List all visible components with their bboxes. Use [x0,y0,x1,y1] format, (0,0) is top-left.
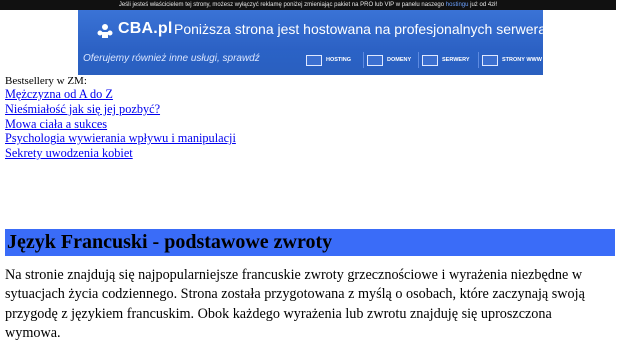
ad-notice-text: Jeśli jesteś właścicielem tej strony, mo… [118,2,445,8]
cba-logo-icon [97,24,113,38]
bestseller-link[interactable]: Mowa ciała a sukces [5,117,107,131]
intro-paragraph: Na stronie znajdują się najpopularniejsz… [5,267,585,342]
service-divider [363,52,364,68]
service-websites[interactable]: STRONY WWW [482,51,542,69]
bestseller-link[interactable]: Psychologia wywierania wpływu i manipula… [5,131,236,145]
hosting-icon [306,54,322,66]
service-divider [478,52,479,68]
banner-headline: Poniższa strona jest hostowana na profes… [174,21,543,37]
service-websites-label: STRONY WWW [502,57,542,63]
list-item: Mowa ciała a sukces [5,117,236,132]
list-item: Mężczyzna od A do Z [5,87,236,102]
hosting-ad-banner[interactable]: CBA.pl Poniższa strona jest hostowana na… [78,10,543,75]
server-icon [422,54,438,66]
service-domains[interactable]: DOMENY [367,51,411,69]
bestseller-link[interactable]: Mężczyzna od A do Z [5,87,113,101]
bestsellers-list: Mężczyzna od A do Z Nieśmiałość jak się … [5,87,236,161]
list-item: Nieśmiałość jak się jej pozbyć? [5,102,236,117]
bestsellers-label: Bestsellery w ZM: [5,75,87,87]
website-icon [482,54,498,66]
service-domains-label: DOMENY [387,57,412,63]
ad-notice-strip: Jeśli jesteś właścicielem tej strony, mo… [0,0,616,10]
hosting-link[interactable]: hostingu [446,2,469,8]
service-hosting-label: HOSTING [326,57,352,63]
banner-logo: CBA.pl [118,20,173,37]
service-servers[interactable]: SERWERY [422,51,470,69]
ad-notice-suffix: już od 4zł! [470,2,498,8]
service-servers-label: SERWERY [442,57,470,63]
domain-icon [367,54,383,66]
list-item: Psychologia wywierania wpływu i manipula… [5,131,236,146]
service-divider [418,52,419,68]
page-title: Język Francuski - podstawowe zwroty [7,231,333,253]
bestseller-link[interactable]: Nieśmiałość jak się jej pozbyć? [5,102,160,116]
page-title-bar: Język Francuski - podstawowe zwroty [5,229,615,256]
service-hosting[interactable]: HOSTING [306,51,351,69]
bestseller-link[interactable]: Sekrety uwodzenia kobiet [5,146,133,160]
banner-subline: Oferujemy również inne usługi, sprawdź [83,53,260,64]
list-item: Sekrety uwodzenia kobiet [5,146,236,161]
